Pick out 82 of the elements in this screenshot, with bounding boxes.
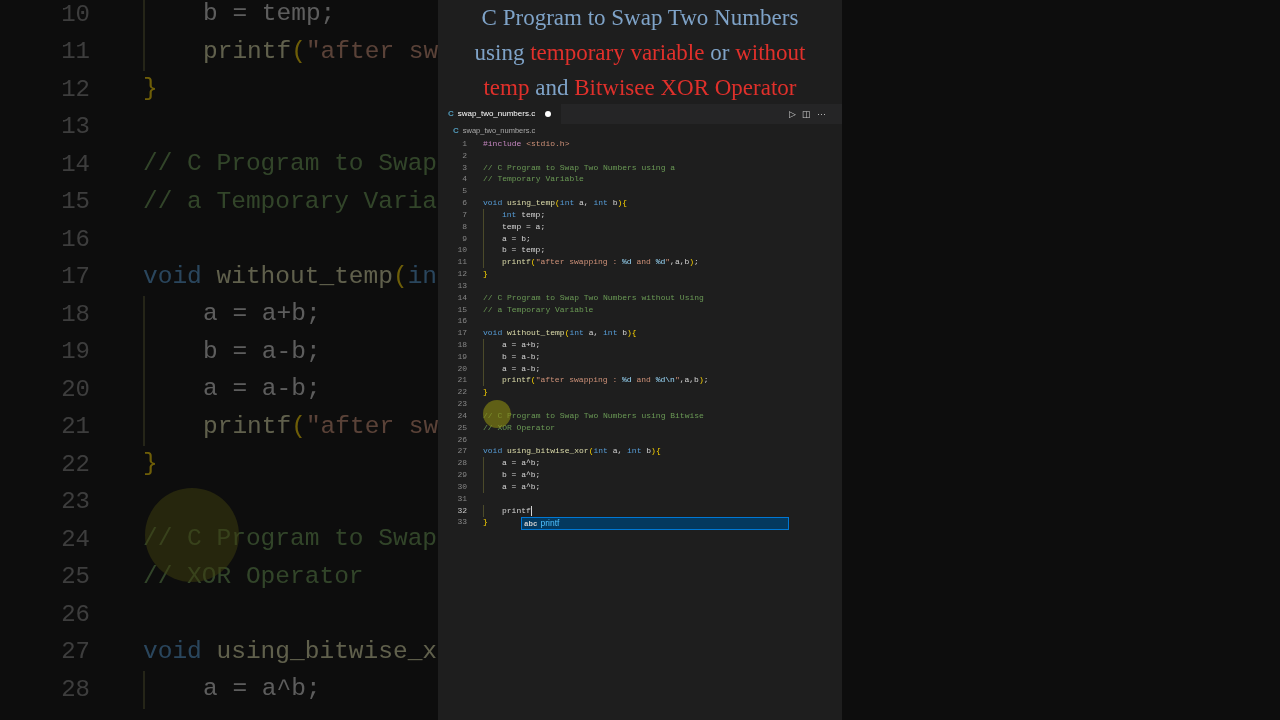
line-number: 24 — [456, 409, 467, 422]
line-number: 4 — [461, 173, 467, 186]
code-text: // Temporary Variable — [483, 173, 584, 186]
line-number: 26 — [456, 433, 467, 446]
line-number: 13 — [456, 279, 467, 292]
line-number: 5 — [461, 185, 467, 198]
line-number: 11 — [456, 256, 467, 269]
line-number: 31 — [456, 492, 467, 505]
more-button[interactable]: ··· — [817, 109, 826, 119]
code-text: void using_bitwise_x — [143, 636, 438, 667]
line-number: 21 — [456, 374, 467, 387]
line-number: 23 — [456, 398, 467, 411]
line-number: 30 — [456, 480, 467, 493]
code-text: b = a-b; — [203, 336, 321, 367]
code-text: a = a+b; — [502, 339, 541, 351]
line-number: 10 — [456, 244, 467, 257]
line-number: 20 — [456, 362, 467, 375]
code-text: void using_bitwise_xor(int a, int b){ — [483, 445, 661, 458]
code-text: printf("after sw — [203, 36, 438, 67]
code-text: a = a^b; — [502, 480, 541, 493]
code-text: a = a-b; — [502, 362, 541, 375]
line-number: 9 — [461, 232, 467, 245]
code-text: printf("after swapping : %d and %d\n",a,b); — [502, 374, 709, 387]
code-text: // XOR Operator — [143, 561, 364, 592]
line-number: 19 — [456, 350, 467, 363]
line-number: 12 — [456, 268, 467, 281]
line-number: 18 — [456, 339, 467, 351]
code-text: a = b; — [502, 232, 531, 245]
code-text: void using_temp(int a, int b){ — [483, 197, 628, 210]
video-title: temp and Bitwisee XOR Operator — [483, 73, 797, 102]
code-text: b = temp; — [203, 0, 336, 30]
line-number: 27 — [456, 445, 467, 458]
code-text: } — [483, 516, 488, 529]
line-number: 8 — [461, 220, 467, 233]
video-title: C Program to Swap Two Numbers — [481, 3, 799, 32]
line-number: 28 — [456, 457, 467, 470]
code-text: // C Program to Swap — [143, 149, 438, 180]
line-number: 6 — [461, 197, 467, 210]
code-text: a = a+b; — [203, 299, 321, 330]
line-number: 7 — [461, 208, 467, 221]
text-cursor — [530, 505, 532, 516]
code-text: temp = a; — [502, 220, 546, 233]
line-number: 15 — [456, 303, 467, 316]
code-text: b = a-b; — [502, 350, 541, 363]
code-text: // a Temporary Varia — [143, 186, 438, 217]
line-number: 22 — [456, 386, 467, 399]
code-text: void without_temp(int a, int b){ — [483, 327, 637, 340]
line-number: 33 — [456, 516, 467, 529]
code-text: printf("after swapping : %d and %d",a,b); — [502, 256, 699, 269]
code-text: } — [143, 74, 158, 105]
line-number: 32 — [456, 504, 467, 517]
code-text: a = a-b; — [203, 374, 321, 405]
code-text: } — [143, 449, 158, 480]
line-number: 1 — [461, 137, 467, 150]
c-file-icon: C — [453, 125, 459, 137]
line-number: 25 — [456, 421, 467, 434]
code-text: // XOR Operator — [483, 421, 555, 434]
code-text: // C Program to Swap Two Numbers without Using — [483, 291, 704, 304]
code-text: a = a^b; — [502, 457, 541, 470]
editor-tab[interactable]: C swap_two_numbers.c — [438, 104, 562, 124]
video-title: using temporary variable or without — [474, 38, 806, 67]
line-number: 2 — [461, 149, 467, 162]
code-text: // a Temporary Variable — [483, 303, 594, 316]
run-button[interactable]: ▷ — [789, 109, 796, 119]
code-text: b = a^b; — [502, 469, 541, 482]
line-number: 29 — [456, 469, 467, 482]
code-text: printf("after sw — [203, 411, 438, 442]
code-text: void without_temp(in — [143, 261, 438, 292]
line-number: 17 — [456, 327, 467, 340]
code-text: // C Program to Swap Two Numbers using a — [483, 161, 676, 174]
line-number: 3 — [461, 161, 467, 174]
code-text: } — [483, 386, 488, 399]
split-editor-button[interactable]: ◫ — [802, 109, 811, 119]
code-text: #include <stdio.h> — [483, 137, 570, 150]
code-text: } — [483, 268, 488, 281]
line-number: 16 — [456, 315, 467, 328]
c-file-icon: C — [448, 108, 454, 120]
line-number: 14 — [456, 291, 467, 304]
code-text: b = temp; — [502, 244, 546, 257]
code-text: printf — [502, 504, 531, 517]
code-text: a = a^b; — [203, 674, 321, 705]
code-text: int temp; — [502, 208, 546, 221]
